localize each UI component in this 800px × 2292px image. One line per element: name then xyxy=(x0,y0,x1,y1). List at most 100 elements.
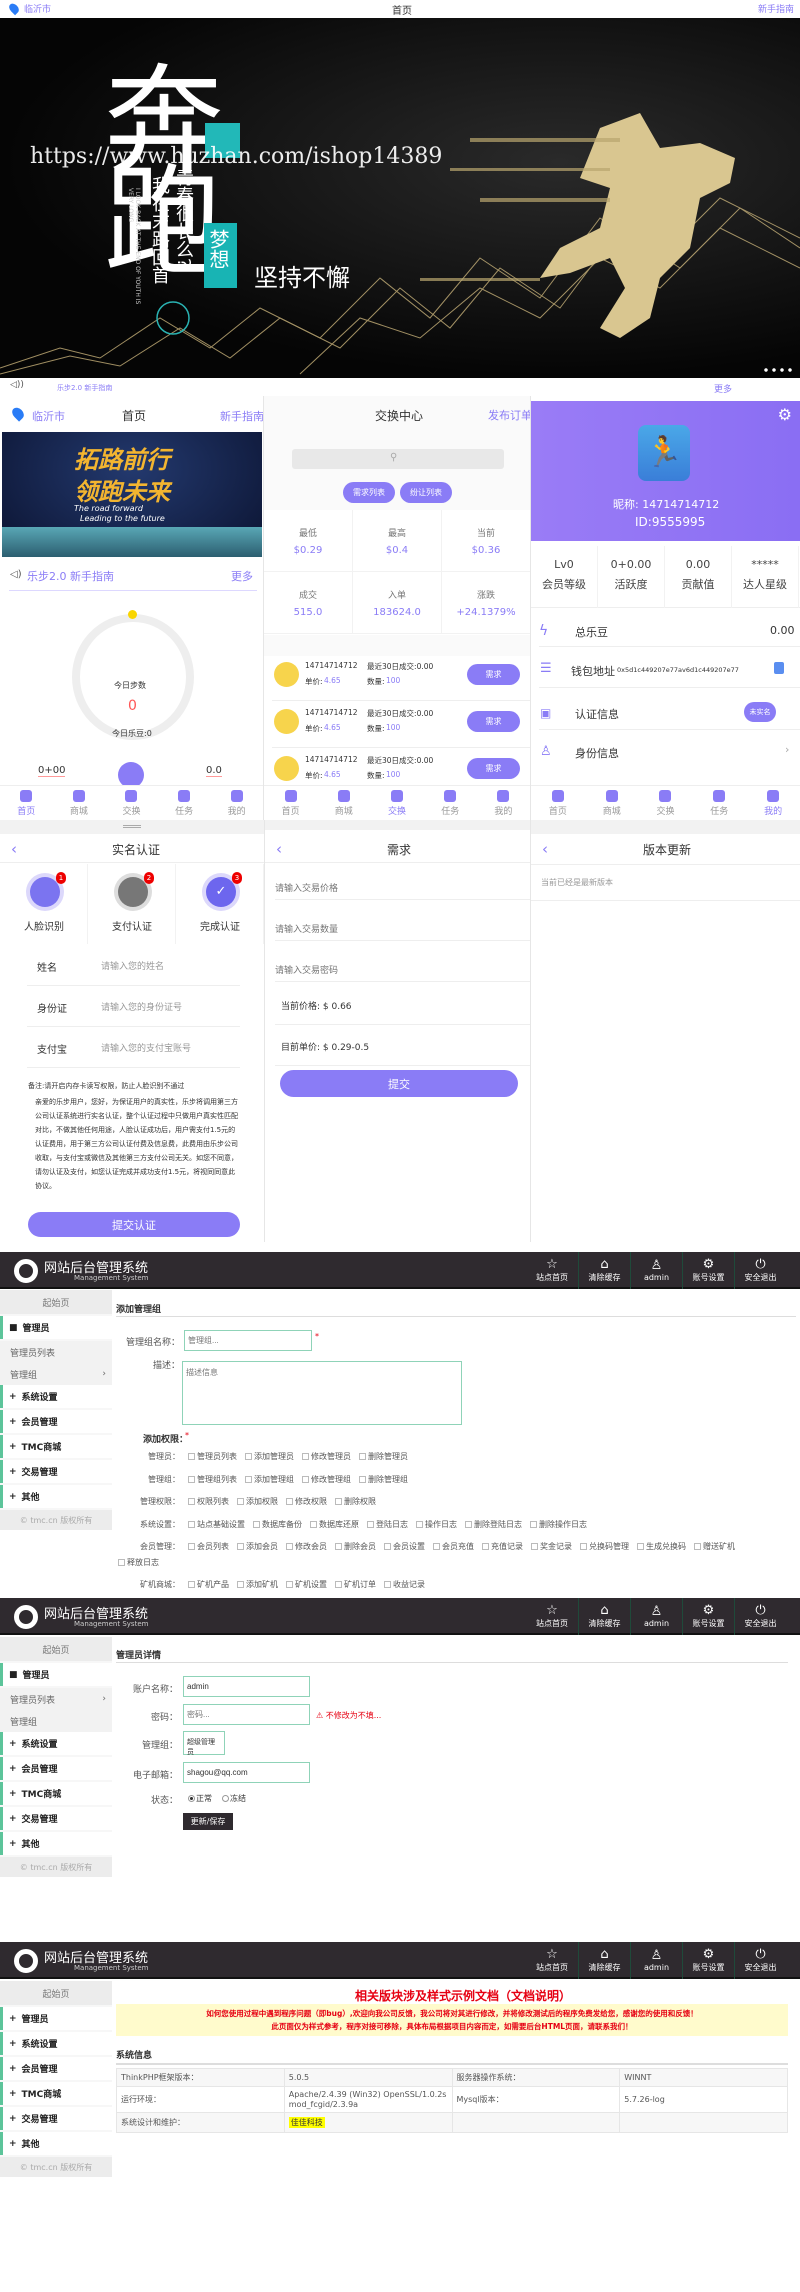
alipay-input[interactable] xyxy=(101,1036,236,1058)
back-icon[interactable]: ‹ xyxy=(276,840,282,858)
permission-checkbox[interactable] xyxy=(237,1498,244,1505)
publish-order-link[interactable]: 发布订单 xyxy=(488,407,530,423)
permission-checkbox[interactable] xyxy=(384,1543,391,1550)
tab-mine[interactable]: 我的 xyxy=(477,786,530,820)
logout-button[interactable]: ⏻ 安全退出 xyxy=(734,1252,786,1289)
permission-checkbox[interactable] xyxy=(286,1581,293,1588)
sidebar-item-other[interactable]: + 其他 xyxy=(0,1832,112,1855)
strip-notice[interactable]: 乐步2.0 新手指南 xyxy=(57,383,112,393)
sidebar-item-system-settings[interactable]: + 系统设置 xyxy=(0,1385,112,1408)
tab-home[interactable]: 首页 xyxy=(531,786,585,820)
sidebar-item-tmc-mall[interactable]: + TMC商城 xyxy=(0,2082,112,2105)
clear-cache-button[interactable]: ⌂ 清除缓存 xyxy=(578,1252,630,1289)
save-button[interactable]: 更新/保存 xyxy=(183,1813,233,1830)
tab-mine[interactable]: 我的 xyxy=(210,786,263,820)
drag-handle[interactable] xyxy=(265,820,530,830)
home-location[interactable]: 临沂市 xyxy=(32,408,65,424)
permission-checkbox[interactable] xyxy=(359,1453,366,1460)
permission-checkbox[interactable] xyxy=(465,1521,472,1528)
settings-button[interactable]: ⚙ 账号设置 xyxy=(682,1598,734,1635)
home-button[interactable]: ☆ 站点首页 xyxy=(526,1252,578,1289)
sidebar-item-system-settings[interactable]: + 系统设置 xyxy=(0,2032,112,2055)
sidebar-item-admin-list[interactable]: 管理员列表 xyxy=(0,1341,112,1363)
sidebar-item-members[interactable]: + 会员管理 xyxy=(0,1410,112,1433)
home-button[interactable]: ☆ 站点首页 xyxy=(526,1942,578,1979)
tab-exchange[interactable]: 交换 xyxy=(639,786,693,820)
location-link[interactable]: 临沂市 xyxy=(24,2,51,15)
tab-exchange[interactable]: 交换 xyxy=(105,786,158,820)
guide-link[interactable]: 新手指南 xyxy=(758,2,794,15)
permission-checkbox[interactable] xyxy=(482,1543,489,1550)
permission-checkbox[interactable] xyxy=(335,1543,342,1550)
permission-checkbox[interactable] xyxy=(530,1521,537,1528)
home-more[interactable]: 更多 xyxy=(231,568,253,584)
tab-home[interactable]: 首页 xyxy=(0,786,53,820)
permission-checkbox[interactable] xyxy=(188,1453,195,1460)
sidebar-item-admins[interactable]: + 管理员 xyxy=(0,2007,112,2030)
strip-more[interactable]: 更多 xyxy=(714,382,732,395)
sidebar-item-admin-group[interactable]: 管理组 xyxy=(0,1710,112,1732)
permission-checkbox[interactable] xyxy=(302,1476,309,1483)
sidebar-item-home[interactable]: 起始页 xyxy=(0,1290,112,1314)
permission-checkbox[interactable] xyxy=(302,1453,309,1460)
logout-button[interactable]: ⏻ 安全退出 xyxy=(734,1598,786,1635)
demand-button[interactable]: 需求 xyxy=(467,664,520,685)
home-guide[interactable]: 新手指南 xyxy=(220,408,263,424)
unverified-badge[interactable]: 未实名 xyxy=(744,702,776,722)
home-banner[interactable]: 拓路前行 领跑未来 The road forward Leading to th… xyxy=(2,432,262,557)
permission-checkbox[interactable] xyxy=(253,1521,260,1528)
sidebar-item-tmc-mall[interactable]: + TMC商城 xyxy=(0,1782,112,1805)
submit-verification-button[interactable]: 提交认证 xyxy=(28,1212,240,1237)
sidebar-item-admins[interactable]: ■ 管理员 xyxy=(0,1663,112,1686)
settings-button[interactable]: ⚙ 账号设置 xyxy=(682,1252,734,1289)
back-icon[interactable]: ‹ xyxy=(11,840,17,858)
sidebar-item-other[interactable]: + 其他 xyxy=(0,1485,112,1508)
sidebar-item-tmc-mall[interactable]: + TMC商城 xyxy=(0,1435,112,1458)
permission-checkbox[interactable] xyxy=(367,1521,374,1528)
permission-checkbox[interactable] xyxy=(245,1476,252,1483)
permission-checkbox[interactable] xyxy=(188,1476,195,1483)
home-button[interactable]: ☆ 站点首页 xyxy=(526,1598,578,1635)
permission-checkbox[interactable] xyxy=(416,1521,423,1528)
group-select[interactable]: 超级管理员 xyxy=(183,1731,225,1756)
sidebar-item-admins[interactable]: ■ 管理员 xyxy=(0,1316,112,1339)
transfer-list-button[interactable]: 纷让列表 xyxy=(400,482,452,503)
tab-tasks[interactable]: 任务 xyxy=(424,786,477,820)
demand-button[interactable]: 需求 xyxy=(467,758,520,779)
sidebar-item-trade[interactable]: + 交易管理 xyxy=(0,1807,112,1830)
group-name-input[interactable] xyxy=(184,1330,312,1351)
logout-button[interactable]: ⏻ 安全退出 xyxy=(734,1942,786,1979)
tab-mall[interactable]: 商城 xyxy=(585,786,639,820)
sidebar-item-members[interactable]: + 会员管理 xyxy=(0,1757,112,1780)
trade-password-input[interactable] xyxy=(275,958,530,982)
copy-icon[interactable] xyxy=(774,662,784,674)
status-normal-radio[interactable] xyxy=(188,1795,195,1802)
tab-tasks[interactable]: 任务 xyxy=(158,786,211,820)
tab-tasks[interactable]: 任务 xyxy=(692,786,746,820)
tab-home[interactable]: 首页 xyxy=(264,786,317,820)
account-input[interactable] xyxy=(183,1676,310,1697)
submit-demand-button[interactable]: 提交 xyxy=(280,1070,518,1097)
id-card-input[interactable] xyxy=(101,995,236,1017)
permission-checkbox[interactable] xyxy=(531,1543,538,1550)
back-icon[interactable]: ‹ xyxy=(542,840,548,858)
permission-checkbox[interactable] xyxy=(433,1543,440,1550)
permission-checkbox[interactable] xyxy=(335,1498,342,1505)
chevron-right-icon[interactable]: › xyxy=(785,743,789,756)
name-input[interactable] xyxy=(101,954,236,976)
drag-handle[interactable] xyxy=(0,820,264,834)
permission-checkbox[interactable] xyxy=(359,1476,366,1483)
permission-checkbox[interactable] xyxy=(237,1581,244,1588)
user-button[interactable]: ♙ admin xyxy=(630,1252,682,1289)
sidebar-item-admin-group[interactable]: 管理组 › xyxy=(0,1363,112,1385)
permission-checkbox[interactable] xyxy=(580,1543,587,1550)
permission-checkbox[interactable] xyxy=(637,1543,644,1550)
home-notice[interactable]: 乐步2.0 新手指南 xyxy=(27,568,114,584)
description-textarea[interactable] xyxy=(182,1361,462,1425)
sidebar-item-other[interactable]: + 其他 xyxy=(0,2132,112,2155)
permission-checkbox[interactable] xyxy=(694,1543,701,1550)
search-bar[interactable]: ⚲ xyxy=(292,449,504,469)
permission-checkbox[interactable] xyxy=(188,1543,195,1550)
settings-gear-icon[interactable]: ⚙ xyxy=(778,405,792,424)
sidebar-item-system-settings[interactable]: + 系统设置 xyxy=(0,1732,112,1755)
